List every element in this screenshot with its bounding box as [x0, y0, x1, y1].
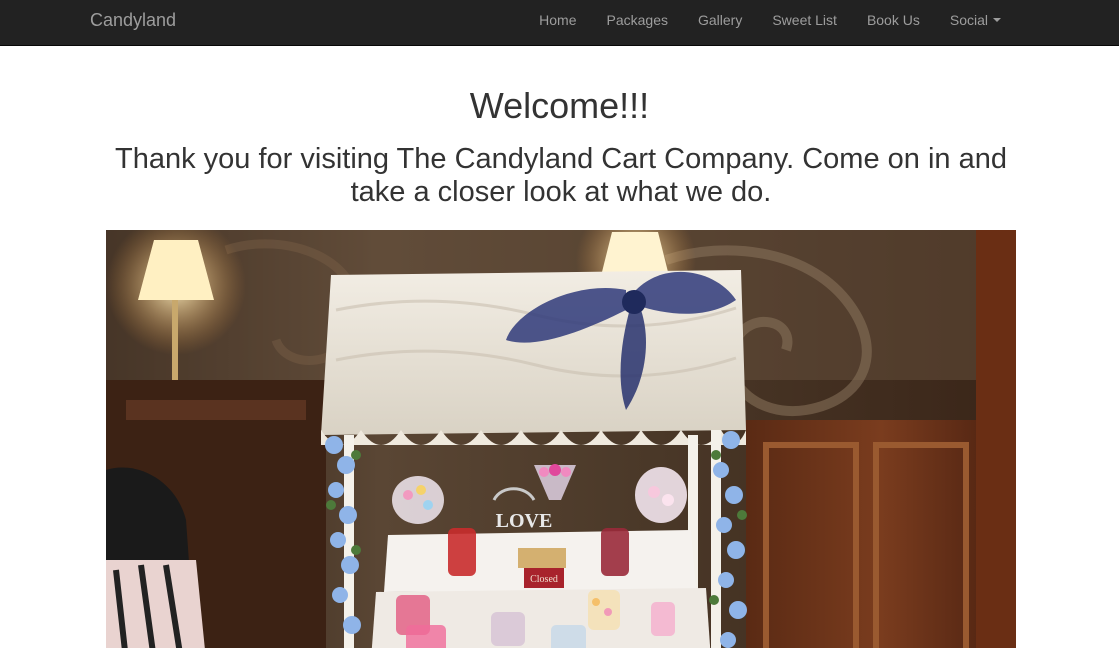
brand-link[interactable]: Candyland	[90, 0, 176, 45]
nav-item-social-dropdown[interactable]: Social	[935, 0, 1016, 45]
welcome-heading: Welcome!!!	[469, 85, 650, 126]
nav-item-label: Packages	[606, 12, 668, 28]
caret-down-icon	[993, 17, 1001, 22]
nav-item-packages[interactable]: Packages	[592, 0, 683, 45]
nav-item-label: Sweet List	[772, 12, 837, 28]
intro-subheading: Thank you for visiting The Candyland Car…	[115, 143, 1007, 208]
top-navbar: Candyland Home Packages Gallery Sweet Li…	[0, 0, 1119, 46]
nav-menu: Home Packages Gallery Sweet List Book Us…	[524, 0, 1016, 45]
nav-item-sweet-list[interactable]: Sweet List	[757, 0, 852, 45]
candy-cart-illustration: LOVE Closed	[106, 230, 1016, 648]
nav-item-label: Social	[949, 12, 988, 28]
nav-item-gallery[interactable]: Gallery	[683, 0, 757, 45]
nav-item-label: Home	[539, 12, 577, 28]
nav-item-label: Gallery	[697, 12, 743, 28]
nav-item-label: Book Us	[866, 12, 920, 28]
nav-item-book-us[interactable]: Book Us	[852, 0, 935, 45]
closed-sign-text: Closed	[530, 574, 558, 585]
love-sign-text: LOVE	[496, 510, 553, 532]
nav-item-home[interactable]: Home	[524, 0, 591, 45]
candy-cart-photo: LOVE Closed	[106, 230, 1016, 648]
